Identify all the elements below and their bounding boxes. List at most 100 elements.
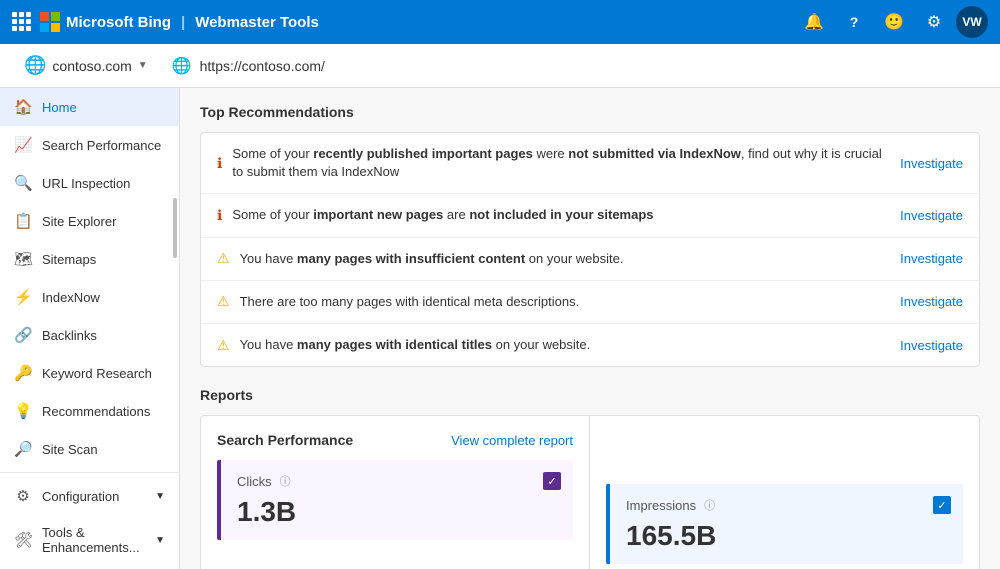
- sidebar-item-site-explorer[interactable]: 📋 Site Explorer: [0, 202, 179, 240]
- clicks-label: Clicks: [237, 474, 272, 489]
- clicks-metric-card: Clicks ⓘ ✓ 1.3B: [217, 460, 573, 540]
- clicks-metric-row: Clicks ⓘ ✓: [237, 472, 561, 490]
- home-icon: 🏠: [14, 98, 32, 116]
- header-icons: 🔔 ? 🙂 ⚙ VW: [796, 4, 988, 40]
- recommendations-icon: 💡: [14, 402, 32, 420]
- sidebar-item-url-inspection-label: URL Inspection: [42, 176, 130, 191]
- impressions-label: Impressions: [626, 498, 696, 513]
- settings-icon: ⚙: [927, 12, 941, 32]
- brand-name: Microsoft Bing: [66, 14, 171, 31]
- view-complete-report-link[interactable]: View complete report: [451, 433, 573, 448]
- url-bar: 🌐 https://contoso.com/: [156, 56, 341, 76]
- sidebar-item-home-label: Home: [42, 100, 77, 115]
- help-button[interactable]: ?: [836, 4, 872, 40]
- rec-text-5: You have many pages with identical title…: [240, 336, 891, 354]
- sidebar-item-backlinks[interactable]: 🔗 Backlinks: [0, 316, 179, 354]
- sidebar-item-indexnow-label: IndexNow: [42, 290, 100, 305]
- sidebar-group-tools[interactable]: 🛠 Tools & Enhancements... ▼: [0, 515, 179, 565]
- sidebar-item-indexnow[interactable]: ⚡ IndexNow: [0, 278, 179, 316]
- investigate-link-5[interactable]: Investigate: [900, 338, 963, 353]
- feedback-button[interactable]: 🙂: [876, 4, 912, 40]
- reports-section: Reports Search Performance View complete…: [200, 387, 980, 569]
- search-performance-card: Search Performance View complete report …: [201, 416, 590, 569]
- sidebar-group-configuration-label: Configuration: [42, 489, 119, 504]
- sidebar-item-search-performance-label: Search Performance: [42, 138, 161, 153]
- sidebar-item-site-explorer-label: Site Explorer: [42, 214, 116, 229]
- site-explorer-icon: 📋: [14, 212, 32, 230]
- sidebar-item-recommendations[interactable]: 💡 Recommendations: [0, 392, 179, 430]
- rec-error-icon-1: ℹ: [217, 155, 222, 172]
- impressions-card: Impressions ⓘ ✓ 165.5B: [590, 416, 979, 569]
- sidebar-group-configuration[interactable]: ⚙ Configuration ▼: [0, 477, 179, 515]
- clicks-value: 1.3B: [237, 496, 561, 528]
- search-performance-title: Search Performance: [217, 432, 353, 448]
- help-icon: ?: [850, 14, 859, 30]
- rec-text-1: Some of your recently published importan…: [232, 145, 890, 181]
- sidebar-group-security[interactable]: 🔒 Security & Privacy ▼: [0, 565, 179, 569]
- recommendation-item-4: ⚠ There are too many pages with identica…: [201, 281, 979, 324]
- impressions-info-icon[interactable]: ⓘ: [704, 497, 715, 513]
- rec-warning-icon-5: ⚠: [217, 337, 230, 354]
- site-url: https://contoso.com/: [200, 58, 325, 74]
- settings-button[interactable]: ⚙: [916, 4, 952, 40]
- investigate-link-2[interactable]: Investigate: [900, 208, 963, 223]
- app-grid-icon[interactable]: [12, 12, 32, 32]
- search-performance-header: Search Performance View complete report: [217, 432, 573, 448]
- feedback-icon: 🙂: [884, 12, 904, 32]
- url-globe-icon: 🌐: [172, 56, 192, 76]
- sidebar-item-recommendations-label: Recommendations: [42, 404, 150, 419]
- sidebar-item-home[interactable]: 🏠 Home: [0, 88, 179, 126]
- sidebar-scrollbar: [173, 198, 177, 258]
- clicks-checkbox[interactable]: ✓: [543, 472, 561, 490]
- site-selector[interactable]: 🌐 contoso.com ▼: [16, 49, 156, 82]
- site-name: contoso.com: [52, 58, 131, 74]
- investigate-link-3[interactable]: Investigate: [900, 251, 963, 266]
- main-layout: 🏠 Home 📈 Search Performance 🔍 URL Inspec…: [0, 88, 1000, 569]
- sidebar-divider-1: [0, 472, 179, 473]
- site-header: 🌐 contoso.com ▼ 🌐 https://contoso.com/: [0, 44, 1000, 88]
- impressions-value: 165.5B: [626, 520, 951, 552]
- configuration-chevron-icon: ▼: [155, 491, 165, 502]
- search-performance-icon: 📈: [14, 136, 32, 154]
- sidebar-item-url-inspection[interactable]: 🔍 URL Inspection: [0, 164, 179, 202]
- sidebar-item-site-scan[interactable]: 🔎 Site Scan: [0, 430, 179, 468]
- sidebar-item-sitemaps[interactable]: 🗺 Sitemaps: [0, 240, 179, 278]
- investigate-link-4[interactable]: Investigate: [900, 294, 963, 309]
- impressions-checkbox[interactable]: ✓: [933, 496, 951, 514]
- rec-error-icon-2: ℹ: [217, 207, 222, 224]
- avatar[interactable]: VW: [956, 6, 988, 38]
- keyword-research-icon: 🔑: [14, 364, 32, 382]
- investigate-link-1[interactable]: Investigate: [900, 156, 963, 171]
- impressions-metric-card: Impressions ⓘ ✓ 165.5B: [606, 484, 963, 564]
- sidebar-item-keyword-research-label: Keyword Research: [42, 366, 152, 381]
- sidebar-group-tools-label: Tools & Enhancements...: [42, 525, 155, 555]
- recommendation-item-2: ℹ Some of your important new pages are n…: [201, 194, 979, 237]
- impressions-metric-row: Impressions ⓘ ✓: [626, 496, 951, 514]
- reports-grid: Search Performance View complete report …: [200, 415, 980, 569]
- recommendations-title: Top Recommendations: [200, 104, 980, 120]
- site-chevron-icon: ▼: [138, 60, 148, 71]
- notification-icon: 🔔: [804, 12, 824, 32]
- configuration-icon: ⚙: [14, 487, 32, 505]
- indexnow-icon: ⚡: [14, 288, 32, 306]
- clicks-info-icon[interactable]: ⓘ: [280, 473, 291, 489]
- top-header: Microsoft Bing | Webmaster Tools 🔔 ? 🙂 ⚙…: [0, 0, 1000, 44]
- main-content: Top Recommendations ℹ Some of your recen…: [180, 88, 1000, 569]
- brand-separator: |: [181, 14, 185, 31]
- sitemaps-icon: 🗺: [14, 250, 32, 268]
- sidebar-item-keyword-research[interactable]: 🔑 Keyword Research: [0, 354, 179, 392]
- site-globe-icon: 🌐: [24, 55, 46, 76]
- rec-text-2: Some of your important new pages are not…: [232, 206, 890, 224]
- sidebar-item-search-performance[interactable]: 📈 Search Performance: [0, 126, 179, 164]
- tools-chevron-icon: ▼: [155, 535, 165, 546]
- tool-name: Webmaster Tools: [195, 14, 319, 31]
- brand-logo: Microsoft Bing | Webmaster Tools: [40, 12, 319, 32]
- notification-button[interactable]: 🔔: [796, 4, 832, 40]
- recommendations-box: ℹ Some of your recently published import…: [200, 132, 980, 367]
- reports-title: Reports: [200, 387, 980, 403]
- sidebar: 🏠 Home 📈 Search Performance 🔍 URL Inspec…: [0, 88, 180, 569]
- recommendation-item-1: ℹ Some of your recently published import…: [201, 133, 979, 194]
- sidebar-item-site-scan-label: Site Scan: [42, 442, 98, 457]
- rec-warning-icon-3: ⚠: [217, 250, 230, 267]
- sidebar-item-sitemaps-label: Sitemaps: [42, 252, 96, 267]
